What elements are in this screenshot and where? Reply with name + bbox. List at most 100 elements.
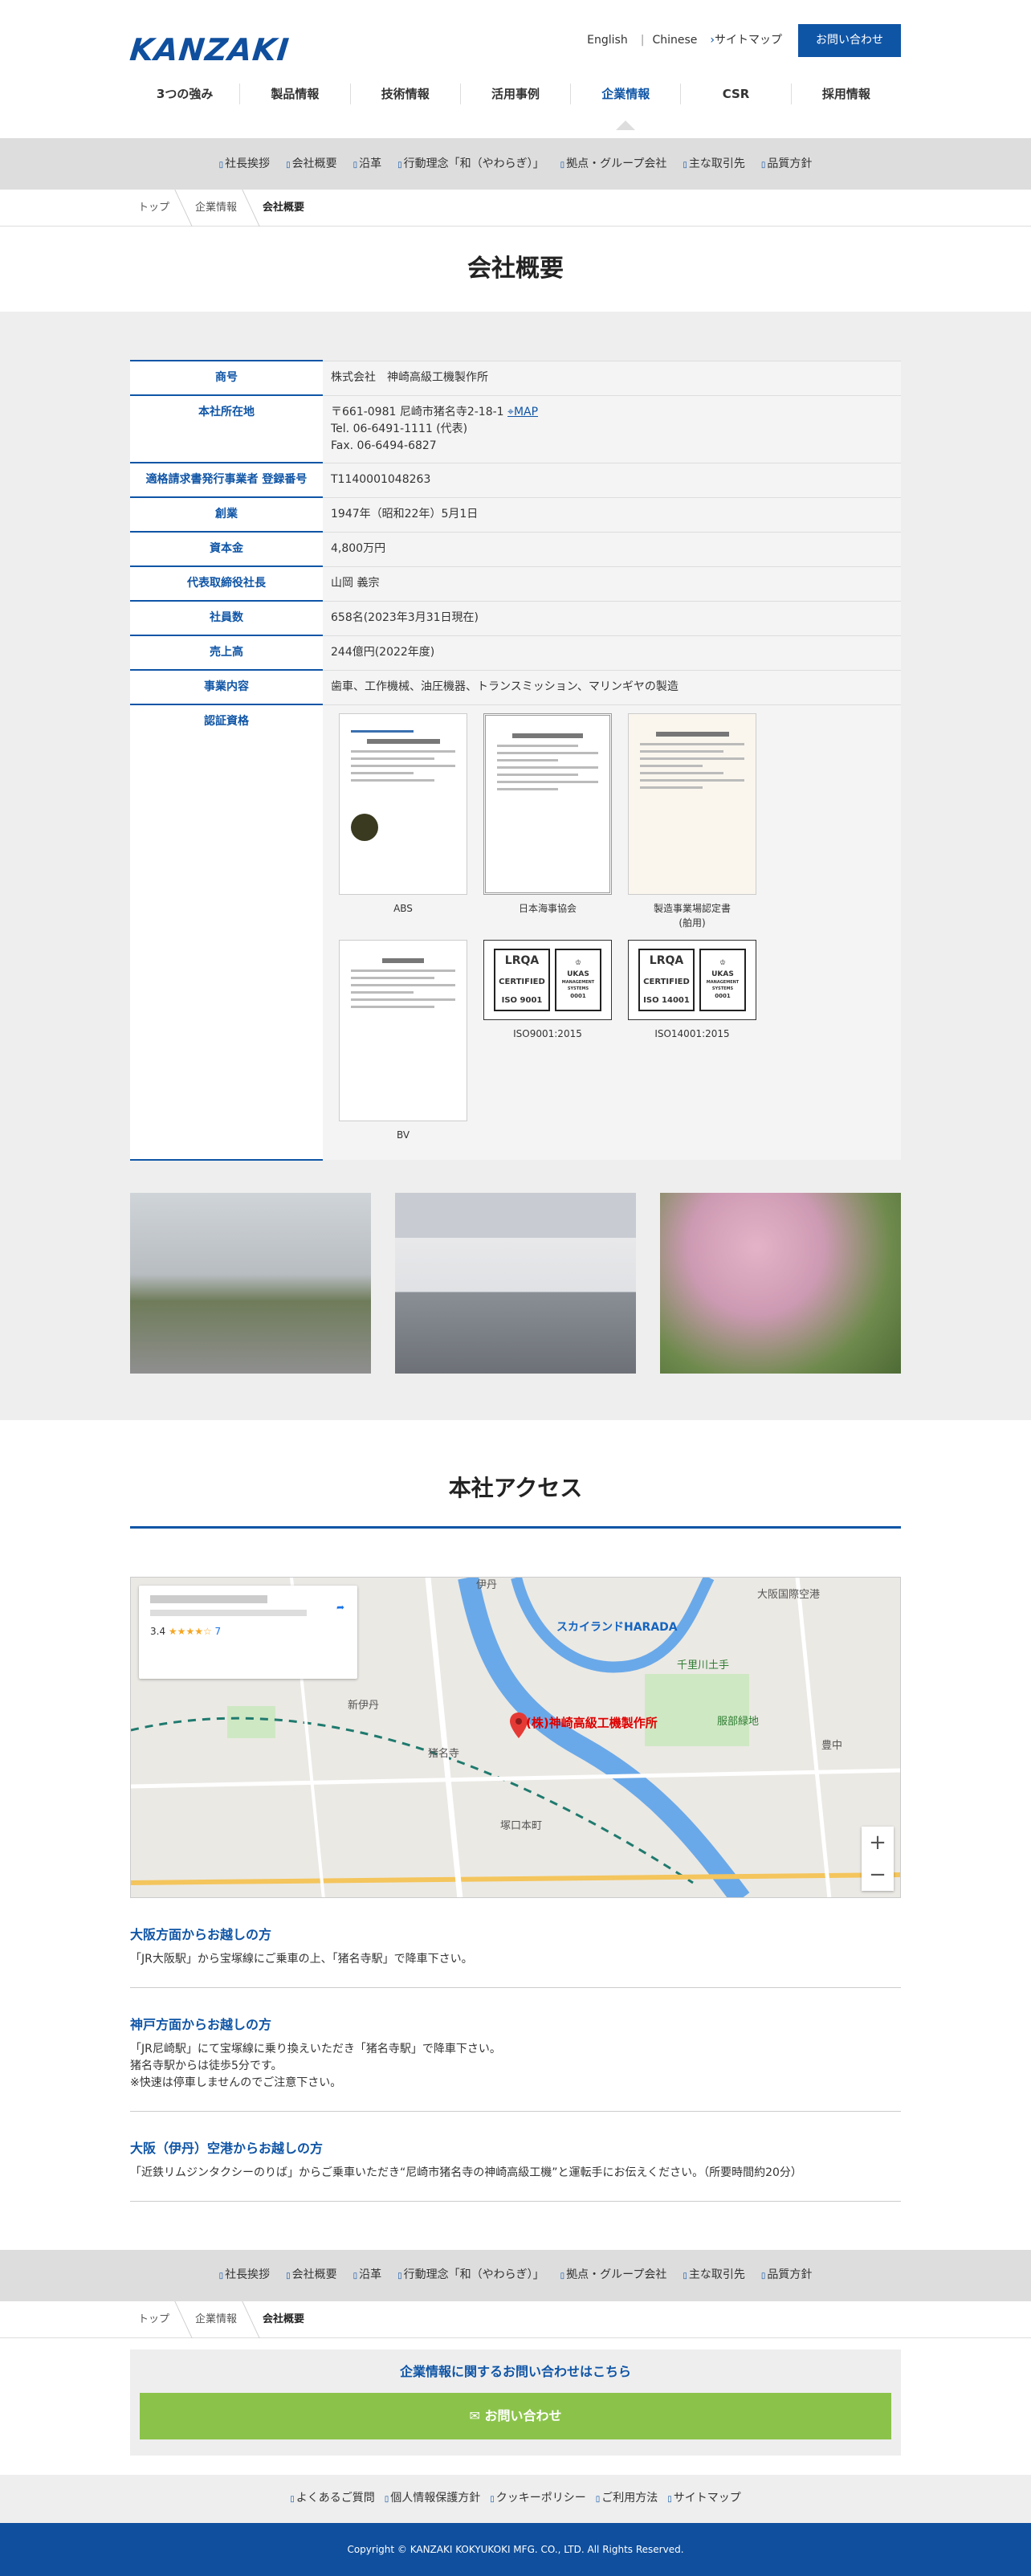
subnav-clients[interactable]: 主な取引先 [683, 156, 745, 173]
gnav-csr[interactable]: CSR [680, 84, 790, 104]
cert-classnk[interactable]: 日本海事協会 [475, 712, 620, 930]
cert-marine[interactable]: 製造事業場認定書 (舶用) [620, 712, 764, 930]
sitemap-link[interactable]: ›サイトマップ [710, 32, 782, 49]
row-value: 244億円(2022年度) [323, 635, 901, 670]
gnav-products[interactable]: 製品情報 [239, 84, 349, 104]
iso14001-badge: LRQA CERTIFIED ISO 14001 ♔ UKAS MANAGEMENT S… [628, 939, 756, 1020]
footer-sitemap-link[interactable]: サイトマップ [667, 2490, 741, 2507]
gnav-recruit[interactable]: 採用情報 [790, 84, 901, 104]
chinese-link[interactable]: Chinese [652, 32, 697, 49]
cert-bv[interactable]: BV [331, 939, 475, 1142]
top-links: English | Chinese ›サイトマップ お問い合わせ [587, 24, 901, 57]
gnav-cases[interactable]: 活用事例 [459, 84, 570, 104]
map-label: スカイランドHARADA [556, 1620, 678, 1634]
fax: Fax. 06-6494-6827 [331, 439, 437, 452]
subnav-philosophy[interactable]: 行動理念「和（やわらぎ）」 [397, 156, 544, 173]
gnav-technology[interactable]: 技術情報 [349, 84, 460, 104]
active-nav-indicator [616, 120, 635, 130]
iso9001-badge: LRQA CERTIFIED ISO 9001 ♔ UKAS MANAGEMENT SY… [483, 939, 612, 1020]
reviews-count[interactable]: 7 [215, 1626, 222, 1637]
subnav-clients[interactable]: 主な取引先 [683, 2267, 745, 2284]
inquiry-button-label: お問い合わせ [484, 2407, 562, 2423]
row-label: 本社所在地 [130, 394, 323, 463]
cert-label: BV [396, 1129, 410, 1141]
route-airport: 大阪（伊丹）空港からお越しの方 「近鉄リムジンタクシーのりば」からご乗車いただき… [130, 2112, 901, 2202]
table-row: 売上高 244億円(2022年度) [130, 635, 901, 670]
subnav-philosophy[interactable]: 行動理念「和（やわらぎ）」 [397, 2267, 544, 2284]
page-title: 会社概要 [467, 255, 564, 283]
google-map[interactable]: 3.4 ★★★★☆ 7 ➦ (株)神崎高級工機製作所 新伊丹 伊丹 猪名寺 塚口… [130, 1576, 901, 1898]
map-link[interactable]: ⌖MAP [507, 406, 538, 418]
subnav-greeting[interactable]: 社長挨拶 [219, 2267, 270, 2284]
company-table: 商号 株式会社 神崎高級工機製作所 本社所在地 〒661-0981 尼崎市猪名寺2… [130, 360, 901, 1161]
cert-abs[interactable]: ABS [331, 712, 475, 930]
crown-icon: ♔ [719, 959, 727, 968]
row-label: 創業 [130, 496, 323, 532]
row-value: 株式会社 神崎高級工機製作所 [323, 360, 901, 395]
cert-iso14001[interactable]: LRQA CERTIFIED ISO 14001 ♔ UKAS MANAGEMENT S… [620, 939, 764, 1142]
subnav-overview[interactable]: 会社概要 [286, 156, 337, 173]
english-link[interactable]: English [587, 32, 628, 49]
bottom-breadcrumb: トップ 企業情報 会社概要 [0, 2301, 1031, 2338]
lrqa-logo-text: LRQA [504, 954, 540, 968]
certificate-image [339, 712, 467, 895]
breadcrumb-company[interactable]: 企業情報 [187, 2312, 255, 2328]
address: 〒661-0981 尼崎市猪名寺2-18-1 [331, 405, 504, 418]
map-marker-icon[interactable] [510, 1712, 528, 1738]
row-label: 売上高 [130, 635, 323, 670]
cert-label: ISO9001:2015 [513, 1027, 582, 1039]
footer-privacy-link[interactable]: 個人情報保護方針 [385, 2490, 480, 2507]
breadcrumb-top[interactable]: トップ [130, 2312, 187, 2328]
row-label: 代表取締役社長 [130, 565, 323, 601]
map-label: 伊丹 [476, 1578, 498, 1591]
table-row: 代表取締役社長 山岡 義宗 [130, 565, 901, 601]
gnav-strengths[interactable]: 3つの強み [130, 84, 239, 104]
kanzaki-logo[interactable]: KANZAKI [128, 27, 291, 73]
table-row: 認証資格 ABS 日本海事協会 製造事業場認定書 (舶用) BV LRQA CE… [130, 704, 901, 1161]
table-row: 本社所在地 〒661-0981 尼崎市猪名寺2-18-1 ⌖MAP Tel. 0… [130, 394, 901, 463]
breadcrumb-company[interactable]: 企業情報 [187, 200, 255, 216]
zoom-out-icon[interactable]: − [862, 1859, 894, 1891]
star-rating-icon: ★★★★☆ [168, 1625, 212, 1637]
global-nav: 3つの強み 製品情報 技術情報 活用事例 企業情報 CSR 採用情報 [130, 84, 901, 104]
subnav-locations[interactable]: 拠点・グループ会社 [560, 156, 666, 173]
contact-button[interactable]: お問い合わせ [798, 24, 901, 57]
table-row: 適格請求書発行事業者 登録番号 T1140001048263 [130, 462, 901, 497]
separator: | [640, 34, 645, 47]
subnav-history[interactable]: 沿革 [353, 156, 381, 173]
footer-usage-link[interactable]: ご利用方法 [596, 2490, 658, 2507]
map-info-card: 3.4 ★★★★☆ 7 ➦ [139, 1585, 357, 1679]
sub-nav: 社長挨拶 会社概要 沿革 行動理念「和（やわらぎ）」 拠点・グループ会社 主な取… [0, 138, 1031, 190]
inquiry-button[interactable]: ✉ お問い合わせ [140, 2392, 891, 2439]
lrqa-logo-text: LRQA [649, 954, 684, 968]
cert-label: ISO14001:2015 [654, 1027, 730, 1039]
map-label: 千里川土手 [677, 1659, 730, 1672]
subnav-history[interactable]: 沿革 [353, 2267, 381, 2284]
route-title: 大阪方面からお越しの方 [130, 1926, 272, 1942]
crown-icon: ♔ [574, 959, 582, 968]
footer-cookie-link[interactable]: クッキーポリシー [490, 2490, 586, 2507]
directions-icon[interactable]: ➦ [336, 1600, 344, 1615]
table-row: 資本金 4,800万円 [130, 531, 901, 566]
cert-label: ABS [393, 902, 413, 914]
certifications: ABS 日本海事協会 製造事業場認定書 (舶用) BV LRQA CERTIFI… [323, 704, 901, 1160]
breadcrumb-current: 会社概要 [263, 2313, 305, 2325]
marker-label: (株)神崎高級工機製作所 [526, 1715, 658, 1730]
row-label: 事業内容 [130, 669, 323, 704]
subnav-quality[interactable]: 品質方針 [761, 156, 812, 173]
place-name-placeholder [150, 1594, 268, 1603]
subnav-overview[interactable]: 会社概要 [286, 2267, 337, 2284]
zoom-in-icon[interactable]: + [862, 1827, 894, 1859]
subnav-locations[interactable]: 拠点・グループ会社 [560, 2267, 666, 2284]
footer-faq-link[interactable]: よくあるご質問 [290, 2490, 375, 2507]
table-row: 事業内容 歯車、工作機械、油圧機器、トランスミッション、マリンギヤの製造 [130, 669, 901, 704]
subnav-quality[interactable]: 品質方針 [761, 2267, 812, 2284]
certificate-image [339, 939, 467, 1121]
subnav-greeting[interactable]: 社長挨拶 [219, 156, 270, 173]
gnav-company[interactable]: 企業情報 [570, 84, 680, 104]
route-text: 「JR尼崎駅」にて宝塚線に乗り換えいただき「猪名寺駅」で降車下さい。 猪名寺駅か… [130, 2042, 501, 2089]
breadcrumb-top[interactable]: トップ [130, 200, 187, 216]
cert-iso9001[interactable]: LRQA CERTIFIED ISO 9001 ♔ UKAS MANAGEMENT SY… [475, 939, 620, 1142]
route-title: 神戸方面からお越しの方 [130, 2016, 272, 2032]
route-title: 大阪（伊丹）空港からお越しの方 [130, 2140, 324, 2156]
